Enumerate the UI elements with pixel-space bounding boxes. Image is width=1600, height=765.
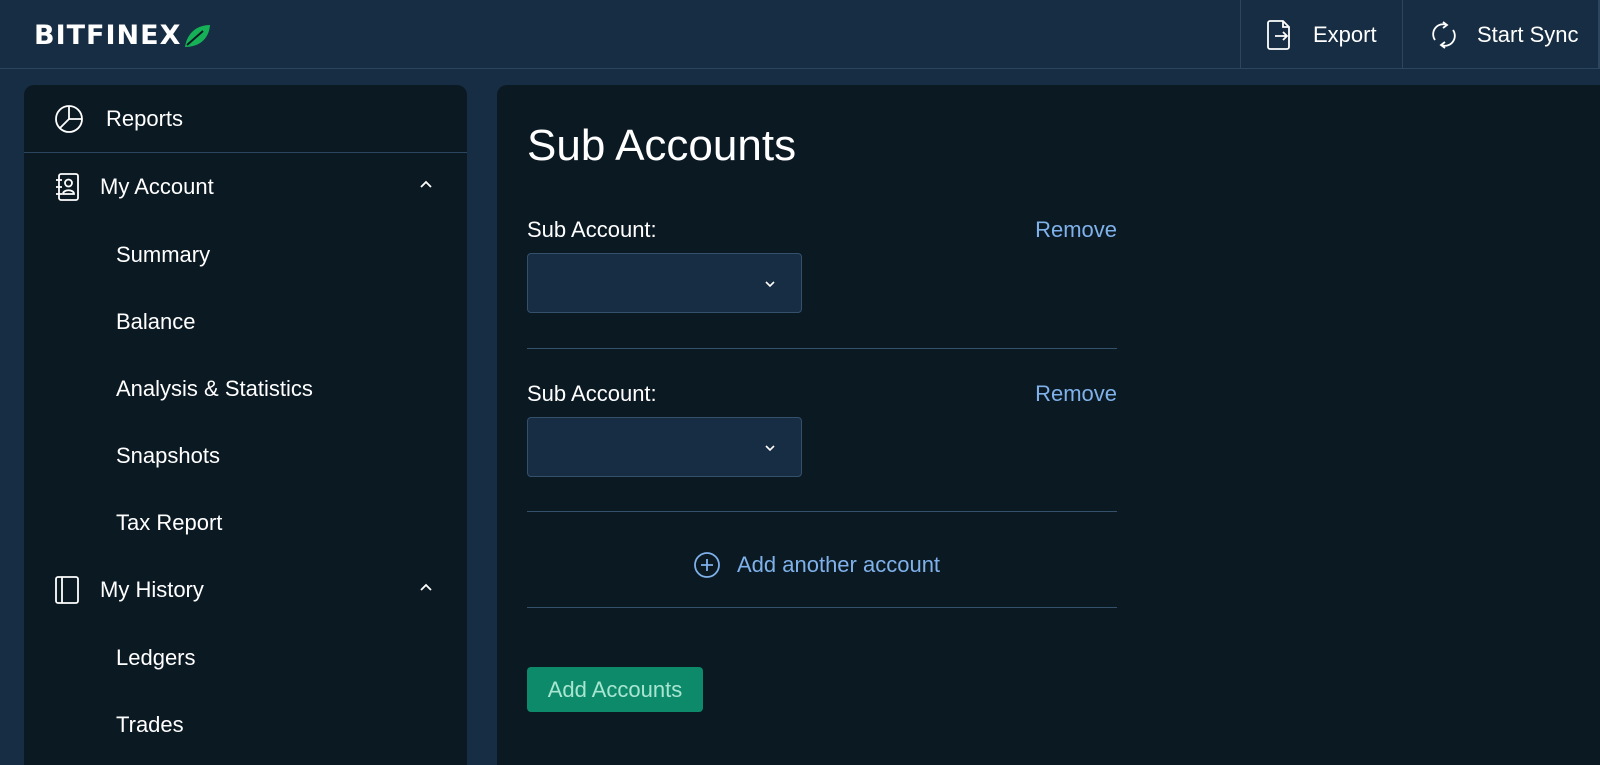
sidebar-section-my-history[interactable]: My History (24, 556, 467, 624)
export-icon (1267, 19, 1293, 50)
notebook-icon (54, 575, 80, 605)
sidebar-item-reports[interactable]: Reports (24, 85, 467, 153)
sidebar: Reports My Account Summary Balance Analy… (24, 85, 467, 765)
add-another-label: Add another account (737, 552, 941, 577)
contact-book-icon (54, 172, 80, 202)
sidebar-item-tax-report[interactable]: Tax Report (24, 489, 467, 556)
sidebar-section-my-account[interactable]: My Account (24, 153, 467, 221)
add-accounts-button[interactable]: Add Accounts (527, 667, 703, 712)
add-another-account-link[interactable]: Add another account (693, 551, 940, 579)
sidebar-item-trades[interactable]: Trades (24, 691, 467, 758)
sync-icon (1429, 20, 1459, 50)
remove-link[interactable]: Remove (1035, 381, 1117, 407)
leaf-icon (185, 24, 211, 47)
sidebar-item-summary[interactable]: Summary (24, 221, 467, 288)
logo-text: BITFINEX (34, 20, 182, 51)
start-sync-button[interactable]: Start Sync (1402, 0, 1600, 69)
section-label: My History (100, 577, 204, 602)
page-title: Sub Accounts (527, 121, 797, 170)
export-button[interactable]: Export (1240, 0, 1400, 69)
remove-link[interactable]: Remove (1035, 217, 1117, 243)
bitfinex-logo[interactable]: BITFINEX (34, 20, 211, 51)
sidebar-item-analysis-statistics[interactable]: Analysis & Statistics (24, 355, 467, 422)
section-label: My Account (100, 174, 214, 199)
chevron-up-icon[interactable] (419, 582, 433, 592)
sidebar-item-ledgers[interactable]: Ledgers (24, 624, 467, 691)
chevron-up-icon[interactable] (419, 179, 433, 189)
sidebar-item-label: Reports (106, 105, 184, 131)
main-panel: Sub Accounts Sub Account: Remove Sub Acc… (497, 85, 1600, 765)
sub-account-select[interactable] (527, 417, 802, 477)
plus-circle-icon (693, 551, 721, 579)
start-sync-label: Start Sync (1477, 21, 1579, 47)
chevron-down-icon (764, 444, 776, 452)
chevron-down-icon (764, 280, 776, 288)
divider (527, 348, 1117, 349)
sub-account-label: Sub Account: (527, 217, 657, 242)
pie-chart-icon (54, 104, 84, 134)
sidebar-item-balance[interactable]: Balance (24, 288, 467, 355)
sub-account-select[interactable] (527, 253, 802, 313)
sidebar-item-snapshots[interactable]: Snapshots (24, 422, 467, 489)
sub-account-label: Sub Account: (527, 381, 657, 406)
divider (527, 511, 1117, 512)
divider (527, 607, 1117, 608)
top-bar: BITFINEX Export Start Sync (0, 0, 1600, 69)
export-label: Export (1313, 21, 1377, 47)
